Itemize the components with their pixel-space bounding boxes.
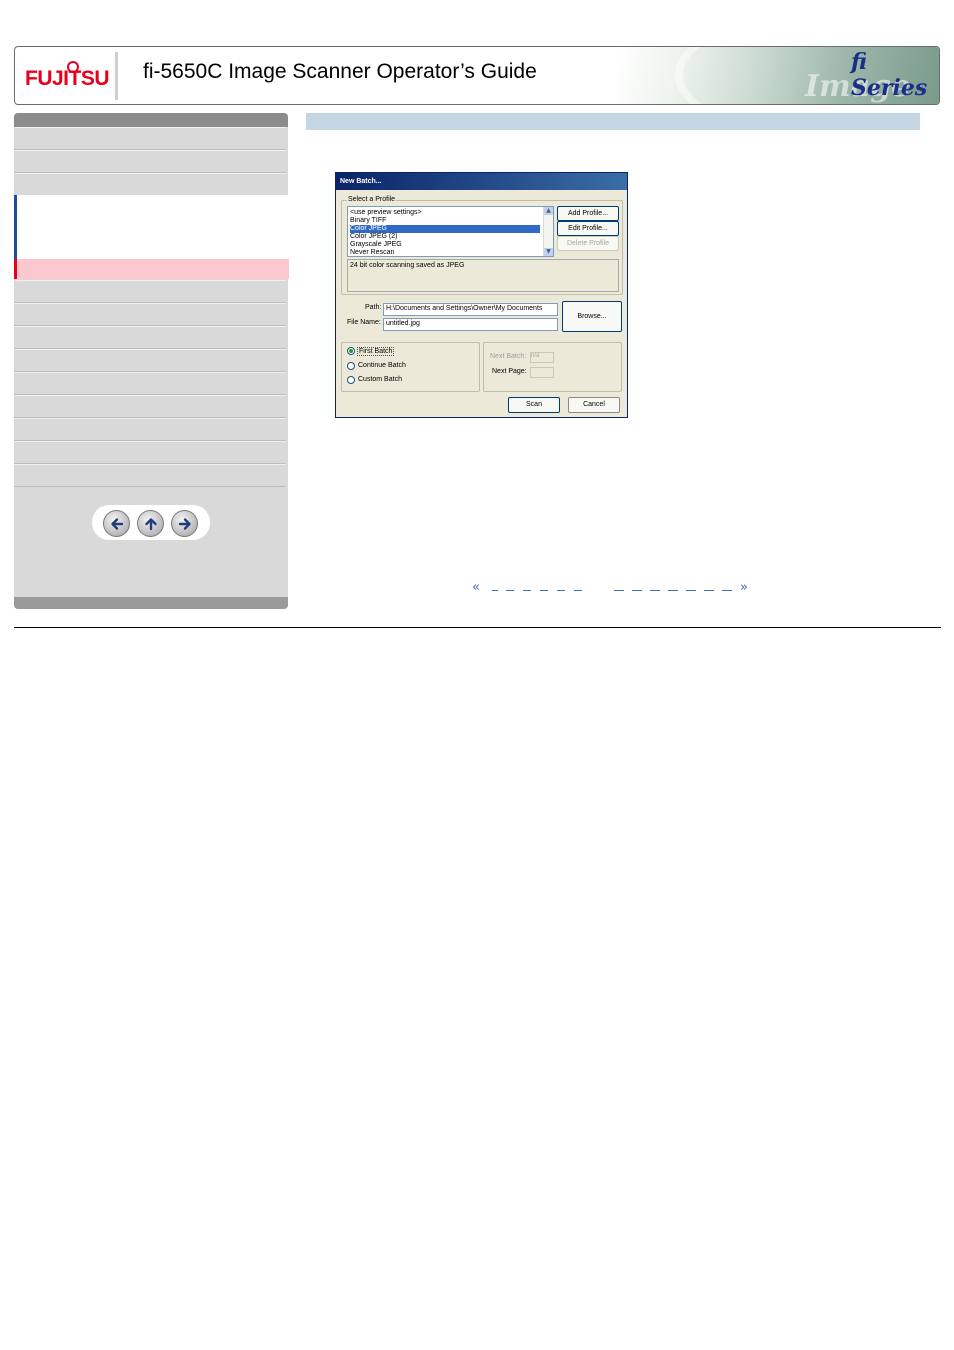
page-navigation: « » (472, 580, 754, 597)
sidebar-item[interactable] (14, 303, 286, 326)
next-page-label: Next Page: (492, 368, 527, 375)
sidebar-item[interactable] (14, 280, 286, 303)
dash (523, 590, 531, 591)
profile-description-box: 24 bit color scanning saved as JPEG (347, 259, 619, 292)
dash (574, 590, 582, 591)
dash (686, 590, 696, 591)
dash (492, 590, 498, 591)
dash (506, 590, 514, 591)
scroll-down-icon[interactable]: ▼ (544, 248, 553, 256)
first-batch-label[interactable]: First Batch (357, 347, 395, 356)
profile-group-label: Select a Profile (347, 196, 397, 203)
back-button[interactable] (103, 510, 130, 537)
sidebar-item[interactable] (14, 395, 286, 418)
next-batch-field[interactable]: n/a (530, 352, 554, 363)
new-batch-dialog: New Batch... Select a Profile <use previ… (335, 172, 628, 418)
next-page-link[interactable]: » (740, 580, 748, 595)
next-batch-label: Next Batch: (490, 353, 527, 360)
arrow-left-icon (110, 517, 123, 530)
custom-batch-label[interactable]: Custom Batch (358, 376, 402, 383)
arrow-up-icon (144, 517, 157, 530)
dash (722, 590, 732, 591)
dialog-title-bar: New Batch... (336, 173, 627, 190)
header: FUJITSU fi-5650C Image Scanner Operator’… (14, 46, 940, 105)
continue-batch-label[interactable]: Continue Batch (358, 362, 406, 369)
sidebar-item[interactable] (14, 173, 286, 196)
first-batch-radio[interactable] (347, 347, 355, 355)
sidebar-item[interactable] (14, 349, 286, 372)
logo-ring-icon (67, 61, 79, 73)
prev-page-link[interactable]: « (472, 580, 480, 595)
brand-name: FUJITSU (25, 67, 110, 90)
fi-series-logo: fi Series (851, 49, 928, 101)
sidebar-current-section (14, 195, 289, 259)
sidebar-item-active[interactable] (14, 259, 289, 279)
header-divider (115, 52, 118, 100)
dash (650, 590, 660, 591)
profile-listbox[interactable]: <use preview settings> Binary TIFF Color… (347, 206, 554, 257)
profile-description: 24 bit color scanning saved as JPEG (350, 262, 465, 269)
add-profile-button[interactable]: Add Profile... (557, 206, 619, 221)
profile-option[interactable]: Never Rescan (350, 249, 540, 256)
scan-button[interactable]: Scan (508, 397, 560, 413)
sidebar-item[interactable] (14, 326, 286, 349)
profile-option[interactable]: Grayscale JPEG (350, 241, 540, 249)
series-banner: Image Scanner fi Series (615, 47, 939, 104)
section-title-bar (306, 113, 920, 130)
sidebar-item[interactable] (14, 464, 286, 487)
sidebar-item[interactable] (14, 418, 286, 441)
sidebar-item[interactable] (14, 127, 286, 150)
forward-button[interactable] (171, 510, 198, 537)
profile-option-selected[interactable]: Color JPEG (350, 225, 540, 233)
continue-batch-radio[interactable] (347, 362, 355, 370)
profile-option[interactable]: Color JPEG (2) (350, 233, 540, 241)
browse-button[interactable]: Browse... (562, 301, 622, 332)
sidebar-footer (14, 597, 288, 609)
sidebar-item[interactable] (14, 372, 286, 395)
next-page-field[interactable] (530, 367, 554, 378)
delete-profile-button[interactable]: Delete Profile (557, 236, 619, 251)
footer-divider (14, 627, 941, 628)
dash (557, 590, 565, 591)
sidebar-item[interactable] (14, 441, 286, 464)
custom-batch-radio[interactable] (347, 376, 355, 384)
page-title: fi-5650C Image Scanner Operator’s Guide (143, 60, 537, 83)
filename-field[interactable]: untitled.jpg (383, 318, 558, 331)
cancel-button[interactable]: Cancel (568, 397, 620, 413)
nav-buttons (92, 505, 210, 540)
path-field[interactable]: H:\Documents and Settings\Owner\My Docum… (383, 303, 558, 316)
dash (668, 590, 678, 591)
profile-option[interactable]: <use preview settings> (350, 209, 540, 217)
dialog-title: New Batch... (340, 178, 382, 185)
fujitsu-logo: FUJITSU (25, 61, 115, 91)
scroll-up-icon[interactable]: ▲ (544, 207, 553, 215)
sidebar (14, 113, 289, 609)
dash (540, 590, 548, 591)
profile-option[interactable]: Binary TIFF (350, 217, 540, 225)
dash (614, 590, 624, 591)
up-button[interactable] (137, 510, 164, 537)
edit-profile-button[interactable]: Edit Profile... (557, 221, 619, 236)
filename-label: File Name: (347, 319, 381, 326)
dash (704, 590, 714, 591)
sidebar-header (14, 113, 288, 127)
dash (632, 590, 642, 591)
list-scrollbar[interactable]: ▲ ▼ (543, 207, 553, 256)
sidebar-item[interactable] (14, 150, 286, 173)
path-label: Path: (365, 304, 382, 311)
arrow-right-icon (178, 517, 191, 530)
